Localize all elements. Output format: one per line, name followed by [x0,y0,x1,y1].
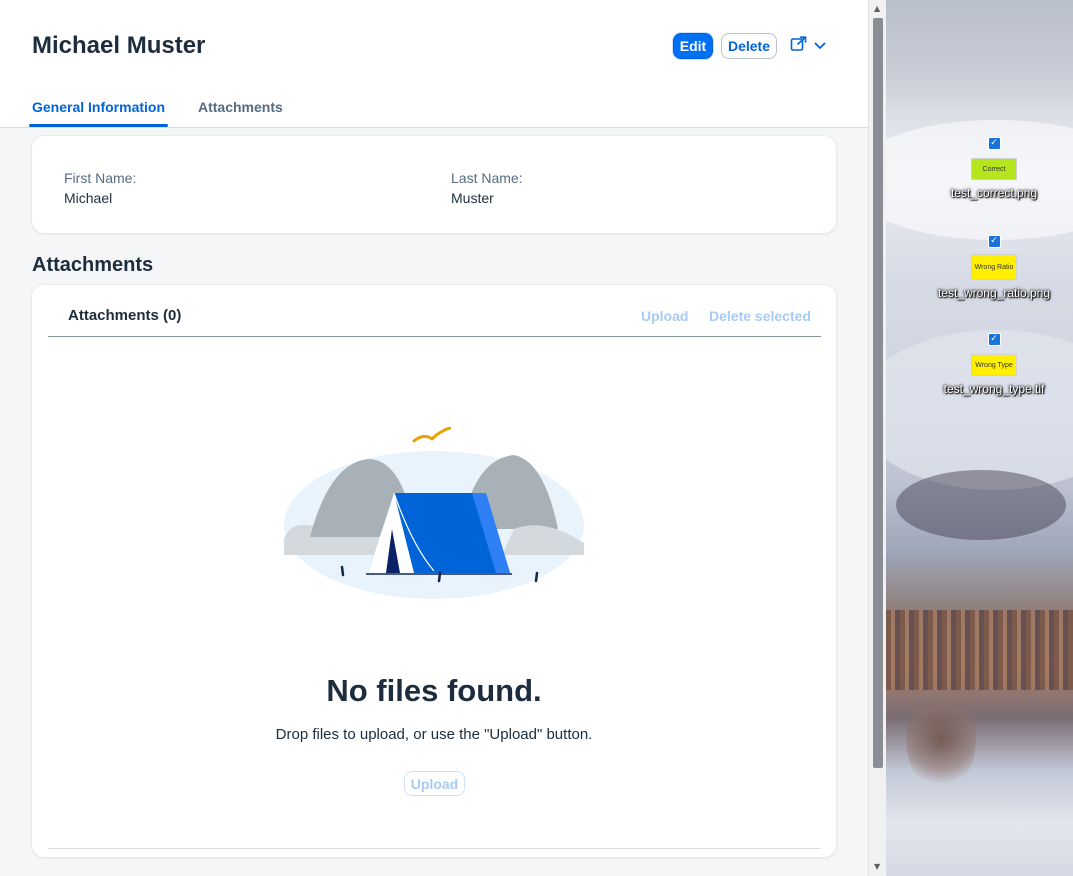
last-name-label: Last Name: [451,170,523,186]
last-name-value: Muster [451,190,494,206]
first-name-label: First Name: [64,170,137,186]
upload-link[interactable]: Upload [641,308,688,324]
checkbox-checked-icon[interactable]: ✓ [987,333,1001,346]
empty-state-upload-button[interactable]: Upload [404,771,465,796]
tab-attachments[interactable]: Attachments [198,99,283,115]
file-thumbnail: Wrong Ratio [971,254,1017,280]
tent-illustration [282,425,587,605]
file-thumbnail: Wrong Type [971,354,1017,376]
desktop-file-test-wrong-type[interactable]: ✓ Wrong Type test_wrong_type.tif [924,333,1064,396]
file-thumbnail: Correct [971,158,1017,180]
share-menu-button[interactable] [790,35,832,57]
scroll-up-icon[interactable]: ▲ [874,4,880,13]
file-name: test_wrong_ratio.png [937,286,1051,300]
scroll-down-icon[interactable]: ▼ [874,862,880,871]
desktop-background: ✓ Correct test_correct.png ✓ Wrong Ratio… [886,0,1073,876]
empty-state-description: Drop files to upload, or use the "Upload… [275,726,593,743]
desktop-file-test-correct[interactable]: ✓ Correct test_correct.png [924,137,1064,200]
chevron-down-icon [814,37,826,55]
empty-state-title: No files found. [326,673,542,708]
desktop-file-test-wrong-ratio[interactable]: ✓ Wrong Ratio test_wrong_ratio.png [924,235,1064,300]
general-information-card: First Name: Michael Last Name: Muster [32,136,836,233]
table-bottom-divider [48,848,821,849]
scrollbar-thumb[interactable] [873,18,883,768]
edit-button[interactable]: Edit [673,33,713,59]
file-name: test_wrong_type.tif [943,382,1045,396]
attachments-card: Attachments (0) Upload Delete selected N… [32,285,836,857]
delete-button[interactable]: Delete [721,33,777,59]
tab-general-information[interactable]: General Information [32,99,165,115]
object-page-header: Michael Muster Edit Delete General Infor… [0,0,868,128]
active-tab-indicator [29,124,168,127]
tree-cluster [896,470,1066,540]
page-title: Michael Muster [32,32,206,59]
share-icon [790,35,808,57]
toolbar-divider [48,336,821,337]
attachments-section-title: Attachments [32,254,154,276]
delete-selected-link[interactable]: Delete selected [709,308,811,324]
attachments-toolbar-title: Attachments (0) [68,307,182,324]
tree-line [886,610,1073,690]
first-name-value: Michael [64,190,113,206]
checkbox-checked-icon[interactable]: ✓ [987,235,1001,248]
page-scrollbar[interactable]: ▲ ▼ [868,0,886,876]
file-name: test_correct.png [950,186,1038,200]
lone-tree [906,690,976,790]
checkbox-checked-icon[interactable]: ✓ [987,137,1001,150]
app-window: Michael Muster Edit Delete General Infor… [0,0,868,876]
